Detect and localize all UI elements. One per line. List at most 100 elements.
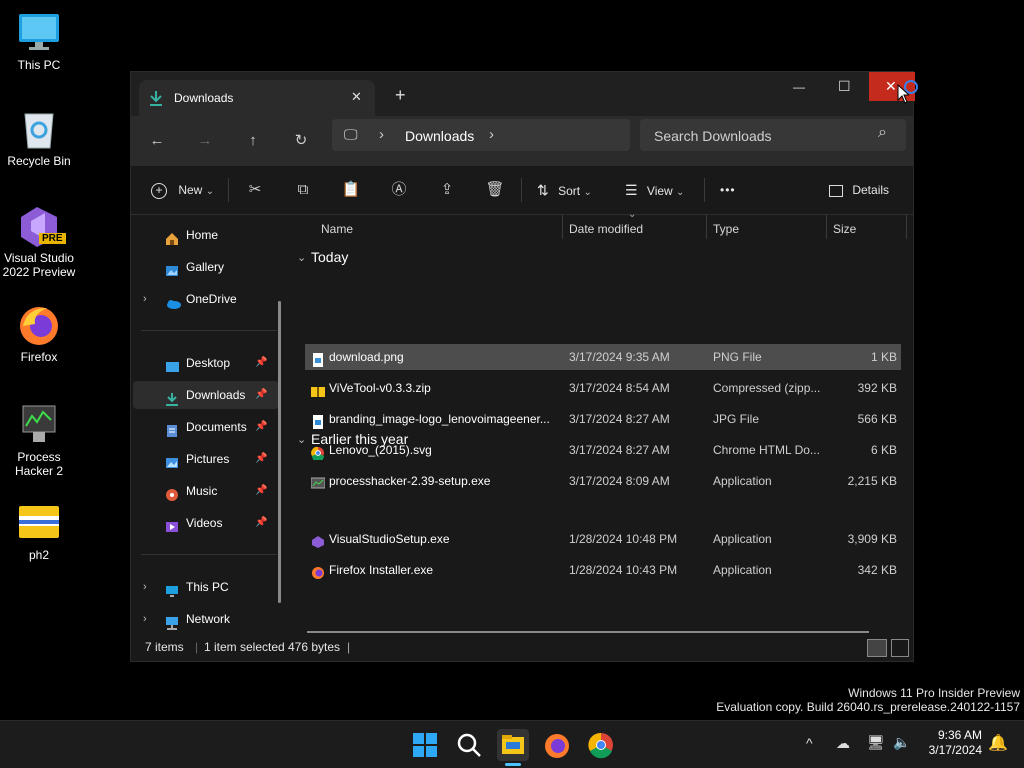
taskbar-firefox[interactable]: [541, 729, 573, 761]
column-divider[interactable]: [826, 215, 827, 239]
sidebar-item-onedrive[interactable]: › OneDrive: [133, 285, 279, 313]
refresh-button[interactable]: ↻: [287, 127, 315, 155]
desktop-icon-firefox[interactable]: Firefox: [0, 302, 78, 364]
view-button[interactable]: ☰ View ⌄: [625, 166, 684, 214]
sidebar-item-label: Gallery: [186, 260, 225, 274]
column-divider[interactable]: [562, 215, 563, 239]
chevron-down-icon: ⌄: [676, 187, 685, 198]
start-button[interactable]: [409, 729, 441, 761]
title-bar: Downloads ✕ + — ☐ ✕: [131, 72, 918, 116]
chevron-down-icon[interactable]: ⌄: [297, 433, 306, 446]
forward-button[interactable]: →: [191, 127, 219, 155]
group-header-earlier-this-year[interactable]: Earlier this year: [311, 431, 408, 447]
notification-bell-icon[interactable]: 🔔: [988, 733, 1008, 753]
search-box[interactable]: Search Downloads ⌕: [640, 119, 906, 151]
onedrive-icon[interactable]: ☁: [836, 735, 850, 752]
pin-icon: 📌: [255, 453, 268, 464]
chevron-down-icon[interactable]: ⌄: [297, 251, 306, 264]
breadcrumb-separator[interactable]: ›: [379, 126, 384, 143]
tiles-view-toggle[interactable]: [891, 639, 909, 657]
maximize-button[interactable]: ☐: [838, 78, 851, 95]
column-header-type[interactable]: Type: [713, 215, 739, 243]
tab-downloads[interactable]: Downloads ✕: [139, 80, 375, 116]
share-button[interactable]: ⇪: [433, 176, 461, 204]
details-button[interactable]: Details: [829, 166, 889, 214]
divider: [521, 178, 522, 202]
new-button[interactable]: + New ⌄: [151, 166, 214, 214]
desktop-icon-visual-studio[interactable]: PRE Visual Studio 2022 Preview: [0, 203, 78, 279]
details-pane-icon: [829, 184, 843, 197]
file-date-modified: 3/17/2024 8:54 AM: [569, 381, 670, 395]
network-status-icon[interactable]: 🖥: [867, 734, 885, 751]
breadcrumb-separator[interactable]: ›: [489, 126, 494, 143]
file-type: PNG File: [713, 350, 762, 364]
column-header-name[interactable]: Name: [321, 215, 353, 243]
breadcrumb-downloads[interactable]: Downloads: [405, 128, 474, 144]
status-divider: |: [347, 640, 351, 654]
system-clock[interactable]: 9:36 AM 3/17/2024: [924, 728, 982, 758]
rename-button[interactable]: Ⓐ: [385, 176, 413, 204]
sidebar-item-gallery[interactable]: Gallery: [133, 253, 279, 281]
file-name: Firefox Installer.exe: [329, 563, 434, 577]
chevron-right-icon[interactable]: ›: [143, 285, 147, 313]
taskbar-chrome[interactable]: [585, 729, 617, 761]
status-bar: 7 items | 1 item selected 476 bytes |: [131, 633, 913, 661]
cut-button[interactable]: ✂: [241, 176, 269, 204]
file-row[interactable]: download.png 3/17/2024 9:35 AM PNG File 1 K…: [305, 344, 901, 370]
group-header-today[interactable]: Today: [311, 249, 348, 265]
desktop-icon-this-pc[interactable]: This PC: [0, 10, 78, 72]
column-divider[interactable]: [706, 215, 707, 239]
sidebar-scrollbar[interactable]: [278, 301, 281, 603]
file-row[interactable]: branding_image-logo_lenovoimageener... 3/…: [305, 406, 901, 432]
sidebar-item-home[interactable]: Home: [133, 221, 279, 249]
up-button[interactable]: ↑: [239, 127, 267, 155]
download-arrow-icon: [165, 388, 179, 406]
sidebar-item-pictures[interactable]: Pictures 📌: [133, 445, 279, 473]
desktop-icon-ph2[interactable]: ph2: [0, 500, 78, 562]
column-header-size[interactable]: Size: [833, 215, 856, 243]
desktop-icon-recycle-bin[interactable]: Recycle Bin: [0, 106, 78, 168]
sort-button[interactable]: ⇅ Sort ⌄: [537, 166, 592, 214]
minimize-button[interactable]: —: [793, 80, 805, 94]
sidebar-item-network[interactable]: › Network: [133, 605, 279, 633]
file-row[interactable]: processhacker-2.39-setup.exe 3/17/2024 8:…: [305, 468, 901, 494]
file-date-modified: 3/17/2024 8:09 AM: [569, 474, 670, 488]
file-row[interactable]: VisualStudioSetup.exe 1/28/2024 10:48 PM A…: [305, 526, 901, 552]
sidebar-item-downloads[interactable]: Downloads 📌: [133, 381, 279, 409]
volume-icon[interactable]: 🔈: [893, 734, 910, 751]
new-tab-button[interactable]: +: [395, 85, 406, 106]
desktop-icon-label: Recycle Bin: [7, 154, 71, 168]
column-divider[interactable]: [906, 215, 907, 239]
sidebar-item-music[interactable]: Music 📌: [133, 477, 279, 505]
sidebar-item-videos[interactable]: Videos 📌: [133, 509, 279, 537]
visual-studio-icon: PRE: [17, 203, 66, 247]
details-view-toggle[interactable]: [867, 639, 887, 657]
divider: [704, 178, 705, 202]
sidebar-item-label: Network: [186, 612, 231, 626]
file-row[interactable]: ViVeTool-v0.3.3.zip 3/17/2024 8:54 AM Comp…: [305, 375, 901, 401]
taskbar-file-explorer[interactable]: [497, 729, 529, 766]
delete-button[interactable]: 🗑: [481, 176, 509, 204]
pin-icon: 📌: [255, 357, 268, 368]
paste-button[interactable]: 📋: [337, 176, 365, 204]
chevron-right-icon[interactable]: ›: [143, 573, 147, 601]
file-date-modified: 1/28/2024 10:48 PM: [569, 532, 678, 546]
pictures-icon: [165, 452, 179, 468]
search-input[interactable]: Search Downloads: [654, 128, 772, 144]
tray-overflow-icon[interactable]: ^: [806, 735, 813, 751]
firefox-icon: [311, 563, 325, 579]
search-button[interactable]: [453, 729, 485, 761]
address-bar[interactable]: 🖵 › Downloads ›: [332, 119, 630, 151]
desktop-icon-process-hacker[interactable]: Process Hacker 2: [0, 402, 78, 478]
sidebar-item-this-pc[interactable]: › This PC: [133, 573, 279, 601]
more-options-button[interactable]: •••: [720, 166, 736, 214]
sidebar-item-label: Desktop: [186, 356, 231, 370]
file-row[interactable]: Firefox Installer.exe 1/28/2024 10:43 PM A…: [305, 557, 901, 583]
sidebar-item-desktop[interactable]: Desktop 📌: [133, 349, 279, 377]
copy-button[interactable]: ⧉: [289, 176, 317, 204]
back-button[interactable]: ←: [143, 127, 171, 155]
chevron-right-icon[interactable]: ›: [143, 605, 147, 633]
close-tab-icon[interactable]: ✕: [351, 89, 362, 105]
monitor-icon: [17, 10, 61, 54]
sidebar-item-documents[interactable]: Documents 📌: [133, 413, 279, 441]
